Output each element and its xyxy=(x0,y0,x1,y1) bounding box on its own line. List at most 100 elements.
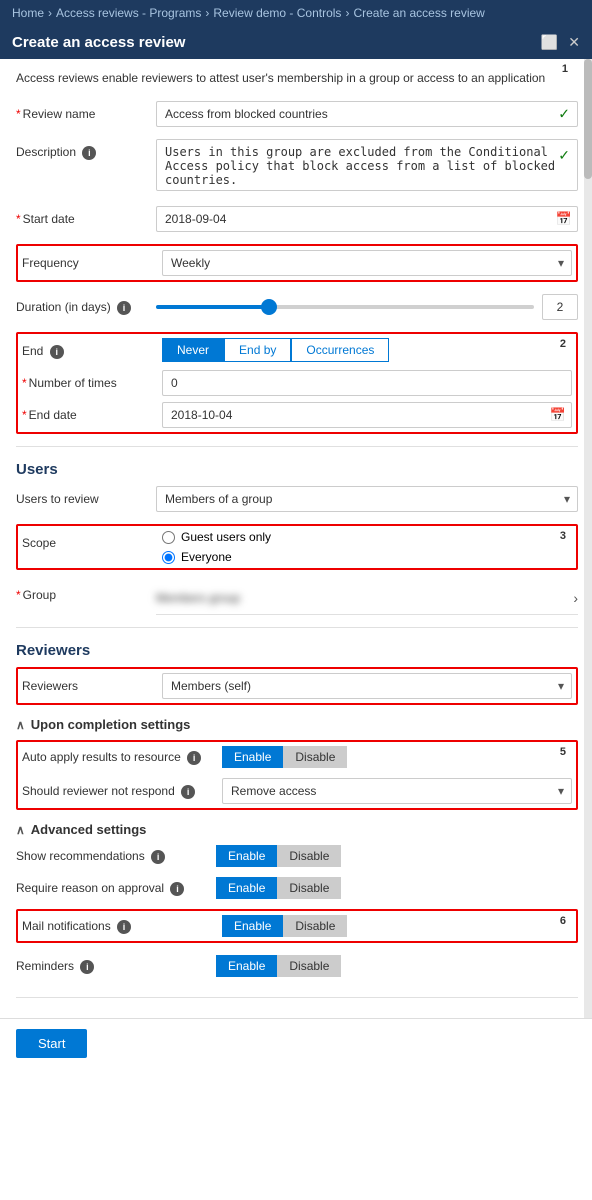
scope-guest-option[interactable]: Guest users only xyxy=(162,530,572,544)
users-section-title: Users xyxy=(16,461,578,478)
section-number-2: 2 xyxy=(560,338,566,350)
end-label: End i xyxy=(22,338,152,359)
start-date-row: *Start date 📅 xyxy=(16,206,578,232)
main-content: Access reviews enable reviewers to attes… xyxy=(0,59,592,1018)
section-number-6: 6 xyxy=(560,915,566,927)
duration-info-icon[interactable]: i xyxy=(117,301,131,315)
require-reason-disable-button[interactable]: Disable xyxy=(277,877,341,899)
section-number-3: 3 xyxy=(560,530,566,542)
mail-notif-disable-button[interactable]: Disable xyxy=(283,915,347,937)
end-date-row: *End date 📅 xyxy=(22,402,572,428)
scope-radio-group: Guest users only Everyone xyxy=(162,530,572,564)
start-date-calendar-icon[interactable]: 📅 xyxy=(556,211,572,227)
reminders-toggle-group: Enable Disable xyxy=(216,955,341,977)
show-recommendations-row: Show recommendations i Enable Disable xyxy=(16,845,578,867)
scrollbar[interactable] xyxy=(584,59,592,1018)
start-date-input[interactable] xyxy=(156,206,578,232)
scope-everyone-option[interactable]: Everyone xyxy=(162,550,572,564)
reminders-info-icon[interactable]: i xyxy=(80,960,94,974)
window-title: Create an access review xyxy=(12,34,185,51)
should-reviewer-info-icon[interactable]: i xyxy=(181,785,195,799)
description-row: Description i Users in this group are ex… xyxy=(16,139,578,194)
reminders-row: Reminders i Enable Disable xyxy=(16,955,578,977)
advanced-header[interactable]: ∧ Advanced settings xyxy=(16,822,578,837)
group-value: Members group xyxy=(156,591,240,605)
auto-apply-enable-button[interactable]: Enable xyxy=(222,746,283,768)
end-button-group: Never End by Occurrences xyxy=(162,338,572,362)
intro-text: Access reviews enable reviewers to attes… xyxy=(16,69,578,87)
frequency-select[interactable]: Daily Weekly Monthly Quarterly Semi-annu… xyxy=(162,250,572,276)
end-occurrences-button[interactable]: Occurrences xyxy=(291,338,389,362)
number-of-times-row: *Number of times xyxy=(22,370,572,396)
breadcrumb: Home › Access reviews - Programs › Revie… xyxy=(0,0,592,26)
end-date-label: *End date xyxy=(22,402,152,422)
scroll-thumb[interactable] xyxy=(584,59,592,179)
require-reason-toggle-group: Enable Disable xyxy=(216,877,341,899)
require-reason-row: Require reason on approval i Enable Disa… xyxy=(16,877,578,899)
maximize-icon[interactable]: ⬜ xyxy=(541,34,558,51)
completion-header[interactable]: ∧ Upon completion settings xyxy=(16,717,578,732)
reviewers-section: 4 Reviewers Members (self) Selected revi… xyxy=(16,667,578,705)
end-date-calendar-icon: 📅 xyxy=(550,407,566,423)
show-rec-toggle-group: Enable Disable xyxy=(216,845,341,867)
description-info-icon[interactable]: i xyxy=(82,146,96,160)
description-input[interactable]: Users in this group are excluded from th… xyxy=(156,139,578,191)
frequency-row: Frequency Daily Weekly Monthly Quarterly… xyxy=(22,250,572,276)
scope-everyone-radio[interactable] xyxy=(162,551,175,564)
require-reason-info-icon[interactable]: i xyxy=(170,882,184,896)
auto-apply-toggle-group: Enable Disable xyxy=(222,746,347,768)
section-number-5: 5 xyxy=(560,746,566,758)
reviewers-select[interactable]: Members (self) Selected reviewers Manage… xyxy=(162,673,572,699)
number-of-times-input xyxy=(162,370,572,396)
show-rec-info-icon[interactable]: i xyxy=(151,850,165,864)
completion-title: Upon completion settings xyxy=(31,717,191,732)
mail-notif-enable-button[interactable]: Enable xyxy=(222,915,283,937)
group-value-row[interactable]: Members group › xyxy=(156,582,578,615)
mail-notifications-section: 6 Mail notifications i Enable Disable xyxy=(16,909,578,943)
breadcrumb-current: Create an access review xyxy=(353,6,484,20)
completion-section: ∧ Upon completion settings 5 Auto apply … xyxy=(16,717,578,810)
require-reason-enable-button[interactable]: Enable xyxy=(216,877,277,899)
duration-slider-thumb[interactable] xyxy=(261,299,277,315)
end-by-button[interactable]: End by xyxy=(224,338,291,362)
close-icon[interactable]: ✕ xyxy=(568,34,580,51)
title-bar: Create an access review ⬜ ✕ xyxy=(0,26,592,59)
group-chevron-icon[interactable]: › xyxy=(573,590,578,606)
breadcrumb-home[interactable]: Home xyxy=(12,6,44,20)
breadcrumb-controls[interactable]: Review demo - Controls xyxy=(213,6,341,20)
review-name-input[interactable] xyxy=(156,101,578,127)
end-info-icon[interactable]: i xyxy=(50,345,64,359)
mail-notif-info-icon[interactable]: i xyxy=(117,920,131,934)
duration-slider-track[interactable] xyxy=(156,305,534,309)
duration-slider-row xyxy=(156,294,578,320)
show-rec-enable-button[interactable]: Enable xyxy=(216,845,277,867)
review-name-check-icon: ✓ xyxy=(558,106,570,123)
duration-value-input[interactable] xyxy=(542,294,578,320)
reminders-disable-button[interactable]: Disable xyxy=(277,955,341,977)
advanced-title: Advanced settings xyxy=(31,822,147,837)
description-check-icon: ✓ xyxy=(558,147,570,164)
scope-section: 3 Scope Guest users only xyxy=(16,524,578,570)
description-label: Description i xyxy=(16,139,146,160)
end-never-button[interactable]: Never xyxy=(162,338,224,362)
should-reviewer-select[interactable]: Remove access Approve access No change xyxy=(222,778,572,804)
show-rec-disable-button[interactable]: Disable xyxy=(277,845,341,867)
review-name-label: *Review name xyxy=(16,101,146,121)
reminders-enable-button[interactable]: Enable xyxy=(216,955,277,977)
start-button[interactable]: Start xyxy=(16,1029,87,1058)
users-to-review-select[interactable]: Members of a group Assigned to an applic… xyxy=(156,486,578,512)
auto-apply-info-icon[interactable]: i xyxy=(187,751,201,765)
bottom-bar: Start xyxy=(0,1018,592,1068)
users-to-review-label: Users to review xyxy=(16,486,146,506)
mail-notifications-row: Mail notifications i Enable Disable xyxy=(22,915,572,937)
users-to-review-row: Users to review Members of a group Assig… xyxy=(16,486,578,512)
frequency-section: Frequency Daily Weekly Monthly Quarterly… xyxy=(16,244,578,282)
scope-row: Scope Guest users only Everyone xyxy=(22,530,572,564)
end-section: 2 End i Never End by Occurrences xyxy=(16,332,578,434)
review-name-row: *Review name ✓ xyxy=(16,101,578,127)
scope-guest-radio[interactable] xyxy=(162,531,175,544)
auto-apply-disable-button[interactable]: Disable xyxy=(283,746,347,768)
auto-apply-row: Auto apply results to resource i Enable … xyxy=(22,746,572,768)
breadcrumb-programs[interactable]: Access reviews - Programs xyxy=(56,6,201,20)
completion-settings-box: 5 Auto apply results to resource i Enabl… xyxy=(16,740,578,810)
